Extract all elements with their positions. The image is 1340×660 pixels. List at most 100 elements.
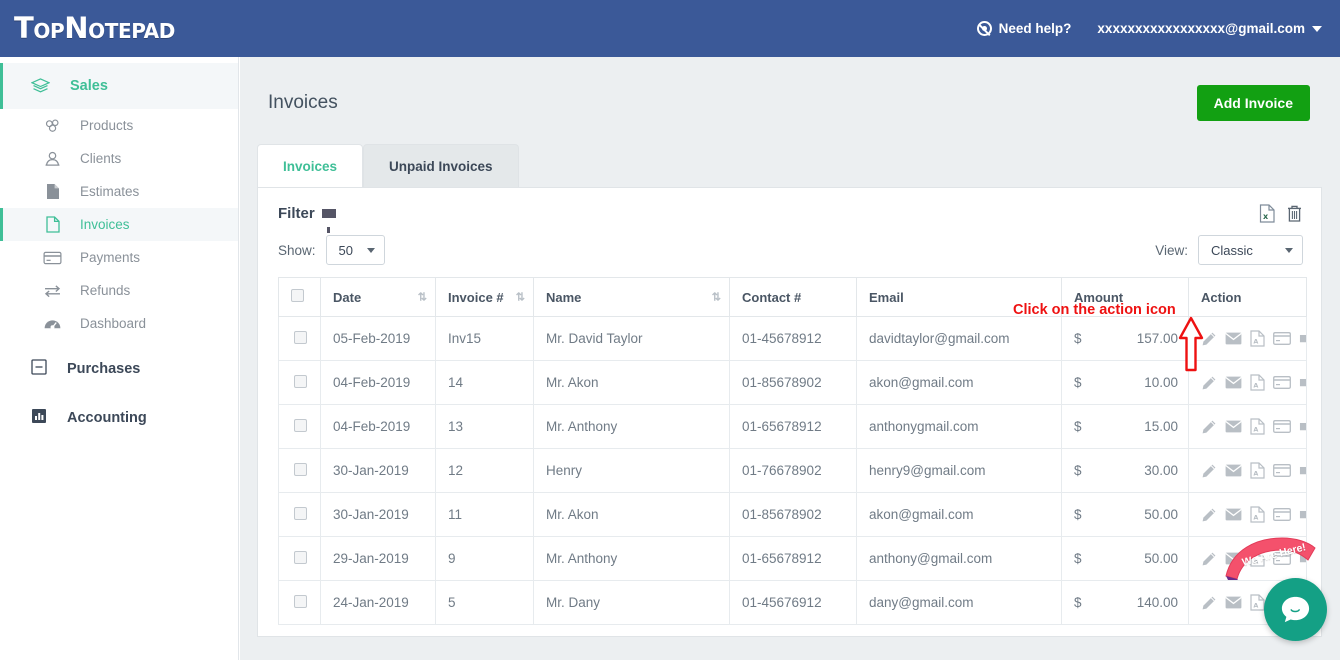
row-checkbox[interactable] [294,374,307,388]
pdf-file-icon[interactable]: A [1250,374,1265,391]
need-help-link[interactable]: Need help? [976,21,1071,36]
sidebar-item-dashboard[interactable]: Dashboard [0,307,238,340]
pdf-file-icon[interactable]: A [1250,550,1265,567]
column-header-date[interactable]: Date ⇅ [320,277,436,317]
cell-invoice-number: 11 [435,492,534,537]
column-header-name[interactable]: Name ⇅ [533,277,730,317]
sidebar-item-purchases[interactable]: Purchases [0,349,238,389]
tab-bar: Invoices Unpaid Invoices [240,121,1340,187]
pdf-file-icon[interactable]: A [1250,330,1265,347]
pencil-icon[interactable] [1201,463,1217,479]
filter-control[interactable]: Filter [278,205,336,233]
cell-date: 04-Feb-2019 [320,404,436,449]
cell-email: akon@gmail.com [856,492,1062,537]
pencil-icon[interactable] [1201,595,1217,611]
add-invoice-button[interactable]: Add Invoice [1196,85,1310,121]
ellipsis-icon[interactable]: ■■■ [1299,551,1306,566]
sidebar-item-payments[interactable]: Payments [0,241,238,274]
cell-amount: $50.00 [1061,536,1189,581]
table-row: 30-Jan-2019 12 Henry 01-76678902 henry9@gmai… [278,448,1307,493]
cell-invoice-number: 9 [435,536,534,581]
export-excel-icon[interactable]: x [1259,204,1276,223]
panel-toolbar: Filter x [258,188,1321,233]
credit-card-icon[interactable] [1273,376,1291,389]
column-header-contact[interactable]: Contact # [729,277,857,317]
ellipsis-icon[interactable]: ■■■ [1299,419,1306,434]
tab-unpaid-invoices[interactable]: Unpaid Invoices [363,144,519,187]
pencil-icon[interactable] [1201,419,1217,435]
cell-amount: $157.00 [1061,316,1189,361]
credit-card-icon[interactable] [1273,332,1291,345]
chat-launcher-button[interactable] [1264,578,1327,641]
row-checkbox[interactable] [294,594,307,608]
row-checkbox[interactable] [294,418,307,432]
view-mode-select[interactable]: Classic [1198,235,1303,265]
envelope-icon[interactable] [1225,552,1242,565]
sidebar-item-estimates-label: Estimates [80,184,140,199]
credit-card-icon[interactable] [1273,552,1291,565]
user-account-menu[interactable]: xxxxxxxxxxxxxxxxx@gmail.com [1097,21,1322,36]
pencil-icon[interactable] [1201,375,1217,391]
sidebar-nav: Sales Products Clients Estimates Invoice… [0,57,239,660]
sidebar-item-invoices[interactable]: Invoices [0,208,238,241]
ellipsis-icon[interactable]: ■■■ [1299,375,1306,390]
sidebar-item-clients[interactable]: Clients [0,142,238,175]
column-header-name-label: Name [546,289,582,305]
exchange-arrows-icon [43,284,62,298]
sidebar-group-sales[interactable]: Sales [0,63,238,109]
invoices-table: Date ⇅ Invoice # ⇅ Name ⇅ Contact # Emai… [278,277,1307,625]
sidebar-group-sales-label: Sales [70,78,108,94]
row-checkbox[interactable] [294,550,307,564]
sidebar-item-estimates[interactable]: Estimates [0,175,238,208]
chevron-down-icon [1285,247,1293,253]
sidebar-item-products[interactable]: Products [0,109,238,142]
pdf-file-icon[interactable]: A [1250,418,1265,435]
pdf-file-icon[interactable]: A [1250,594,1265,611]
pdf-file-icon[interactable]: A [1250,506,1265,523]
sidebar-item-refunds[interactable]: Refunds [0,274,238,307]
column-header-invoice-label: Invoice # [448,289,504,305]
row-checkbox[interactable] [294,506,307,520]
column-header-invoice[interactable]: Invoice # ⇅ [435,277,534,317]
currency-symbol: $ [1074,595,1082,610]
page-header: Invoices Add Invoice [240,57,1340,121]
amount-value: 30.00 [1144,463,1178,478]
amount-value: 15.00 [1144,419,1178,434]
cell-contact-number: 01-45678912 [729,316,857,361]
credit-card-icon[interactable] [1273,420,1291,433]
row-checkbox[interactable] [294,330,307,344]
ellipsis-icon[interactable]: ■■■ [1299,507,1306,522]
show-entries-select[interactable]: 50 [325,235,385,265]
cell-email: anthonygmail.com [856,404,1062,449]
file-invoice-icon [43,216,62,233]
app-logo[interactable]: TopNotepad [14,14,175,43]
delete-trash-icon[interactable] [1286,204,1303,223]
row-select-cell [278,492,321,537]
envelope-icon[interactable] [1225,508,1242,521]
envelope-icon[interactable] [1225,332,1242,345]
envelope-icon[interactable] [1225,420,1242,433]
envelope-icon[interactable] [1225,376,1242,389]
envelope-icon[interactable] [1225,464,1242,477]
pdf-file-icon[interactable]: A [1250,462,1265,479]
currency-symbol: $ [1074,463,1082,478]
select-all-checkbox[interactable] [291,289,304,302]
layers-icon [31,77,50,95]
credit-card-icon[interactable] [1273,464,1291,477]
svg-text:A: A [1253,513,1258,521]
row-select-cell [278,316,321,361]
cell-email: davidtaylor@gmail.com [856,316,1062,361]
sidebar-divider-2 [0,389,238,398]
sidebar-item-accounting[interactable]: Accounting [0,398,238,438]
pencil-icon[interactable] [1201,551,1217,567]
ellipsis-icon[interactable]: ■■■ [1299,463,1306,478]
tab-invoices[interactable]: Invoices [257,144,364,187]
envelope-icon[interactable] [1225,596,1242,609]
pencil-icon[interactable] [1201,507,1217,523]
pencil-icon[interactable] [1201,331,1217,347]
ellipsis-icon[interactable]: ■■■ [1299,331,1306,346]
credit-card-icon[interactable] [1273,508,1291,521]
cell-invoice-number: 14 [435,360,534,405]
row-checkbox[interactable] [294,462,307,476]
sidebar-item-purchases-label: Purchases [67,361,141,377]
